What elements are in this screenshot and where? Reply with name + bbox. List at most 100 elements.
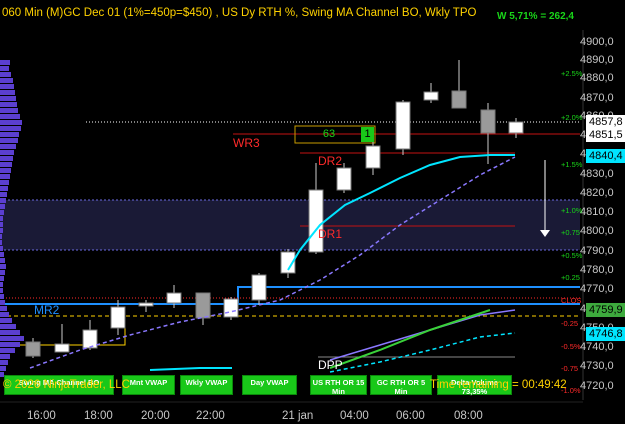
percent-level-label: +2.0% (561, 113, 583, 122)
price-axis-label: 4770,0 (580, 283, 614, 295)
percent-level-label: +0.25 (561, 273, 580, 282)
time-axis-label: 08:00 (454, 410, 483, 422)
candle-body[interactable] (308, 189, 324, 253)
candle-body[interactable] (223, 298, 239, 318)
price-tag: 4857,8 (586, 115, 625, 129)
price-axis-label: 4870,0 (580, 92, 614, 104)
profile-bar (0, 222, 3, 227)
price-axis-label: 4900,0 (580, 36, 614, 48)
profile-bar (0, 342, 20, 347)
candle-body[interactable] (110, 306, 126, 329)
profile-bar (0, 258, 5, 263)
indicator-button-label: Day VWAP (250, 378, 289, 387)
percent-level-label: +1.0% (561, 206, 583, 215)
profile-bar (0, 354, 10, 359)
profile-bar (0, 240, 2, 245)
profile-bar (0, 66, 9, 71)
price-axis-label: 4820,0 (580, 187, 614, 199)
profile-bar (0, 288, 3, 293)
price-axis-label: 4800,0 (580, 225, 614, 237)
profile-bar (0, 60, 10, 65)
profile-bar (0, 276, 4, 281)
time-axis-label: 06:00 (396, 410, 425, 422)
profile-bar (0, 90, 15, 95)
candle-body[interactable] (25, 341, 41, 357)
percent-level-label: -0.5% (561, 342, 581, 351)
price-axis-label: 4810,0 (580, 206, 614, 218)
profile-bar (0, 96, 16, 101)
candle-body[interactable] (166, 292, 182, 304)
swing-ma-slow (29, 156, 516, 369)
profile-bar (0, 156, 13, 161)
profile-bar (0, 282, 3, 287)
copyright: © 2026 NinjaTrader, LLC (3, 379, 130, 391)
price-axis-label: 4730,0 (580, 360, 614, 372)
profile-bar (0, 108, 18, 113)
day-vwap-cyan (149, 367, 232, 371)
percent-level-label: +1.5% (561, 160, 583, 169)
tpo-value: 63 (322, 128, 336, 140)
price-axis-label: 4720,0 (580, 380, 614, 392)
indicator-button[interactable]: Wkly VWAP (180, 375, 233, 395)
candle-body[interactable] (195, 292, 211, 319)
level-mr2: MR2 (34, 303, 60, 317)
time-axis-label: 21 jan (282, 410, 314, 422)
indicator-button[interactable]: GC RTH OR 5 Min (370, 375, 432, 396)
profile-bar (0, 198, 6, 203)
profile-bar (0, 78, 13, 83)
profile-bar (0, 180, 9, 185)
candle-body[interactable] (395, 101, 411, 150)
price-axis-label: 4880,0 (580, 72, 614, 84)
candle-body[interactable] (423, 91, 439, 101)
candle-body[interactable] (336, 167, 352, 191)
level-dr1: DR1 (318, 227, 343, 241)
indicator-button-label: US RTH OR 15 (312, 378, 365, 387)
price-axis-label: 4780,0 (580, 264, 614, 276)
profile-bar (0, 360, 8, 365)
percent-level-label: CLOS (561, 296, 582, 305)
percent-level-label: +0.5% (561, 251, 583, 260)
candle-body[interactable] (508, 121, 524, 134)
profile-bar (0, 72, 11, 77)
profile-bar (0, 300, 5, 305)
profile-bar (0, 216, 3, 221)
profile-bar (0, 186, 8, 191)
profile-bar (0, 366, 6, 371)
profile-bar (0, 204, 5, 209)
price-axis-label: 4790,0 (580, 245, 614, 257)
profile-bar (0, 294, 4, 299)
percent-level-label: +2.5% (561, 69, 583, 78)
indicator-button[interactable]: US RTH OR 15 Min (310, 375, 367, 396)
candle-body[interactable] (451, 90, 467, 109)
profile-bar (0, 120, 22, 125)
profile-bar (0, 114, 20, 119)
candle-body[interactable] (138, 302, 154, 307)
profile-bar (0, 318, 12, 323)
profile-bar (0, 138, 18, 143)
vwap-cyan (329, 332, 516, 373)
candle-body[interactable] (480, 109, 496, 134)
chart-canvas[interactable] (0, 0, 625, 424)
time-axis-label: 22:00 (196, 410, 225, 422)
price-tag: 4746,8 (586, 327, 625, 341)
level-dpp: DPP (318, 358, 343, 372)
candle-body[interactable] (82, 329, 98, 349)
profile-bar (0, 246, 3, 251)
tpo-count: 1 (361, 127, 374, 142)
chart-title: 060 Min (M)GC Dec 01 (1%=450p=$450) , US… (2, 7, 477, 19)
indicator-button-sublabel: Min (394, 387, 408, 396)
percent-level-label: +0.75 (561, 228, 580, 237)
profile-bar (0, 126, 21, 131)
candle-body[interactable] (251, 274, 267, 301)
candle-body[interactable] (54, 343, 70, 353)
profile-bar (0, 264, 6, 269)
price-axis-label: 4740,0 (580, 341, 614, 353)
level-wr3: WR3 (233, 136, 260, 150)
profile-bar (0, 102, 17, 107)
candle-body[interactable] (365, 145, 381, 169)
time-remaining: Time remaining = 00:49:42 (430, 379, 567, 391)
indicator-button-label: Wkly VWAP (185, 378, 228, 387)
profile-bar (0, 228, 3, 233)
indicator-button[interactable]: Day VWAP (242, 375, 297, 395)
profile-bar (0, 312, 9, 317)
